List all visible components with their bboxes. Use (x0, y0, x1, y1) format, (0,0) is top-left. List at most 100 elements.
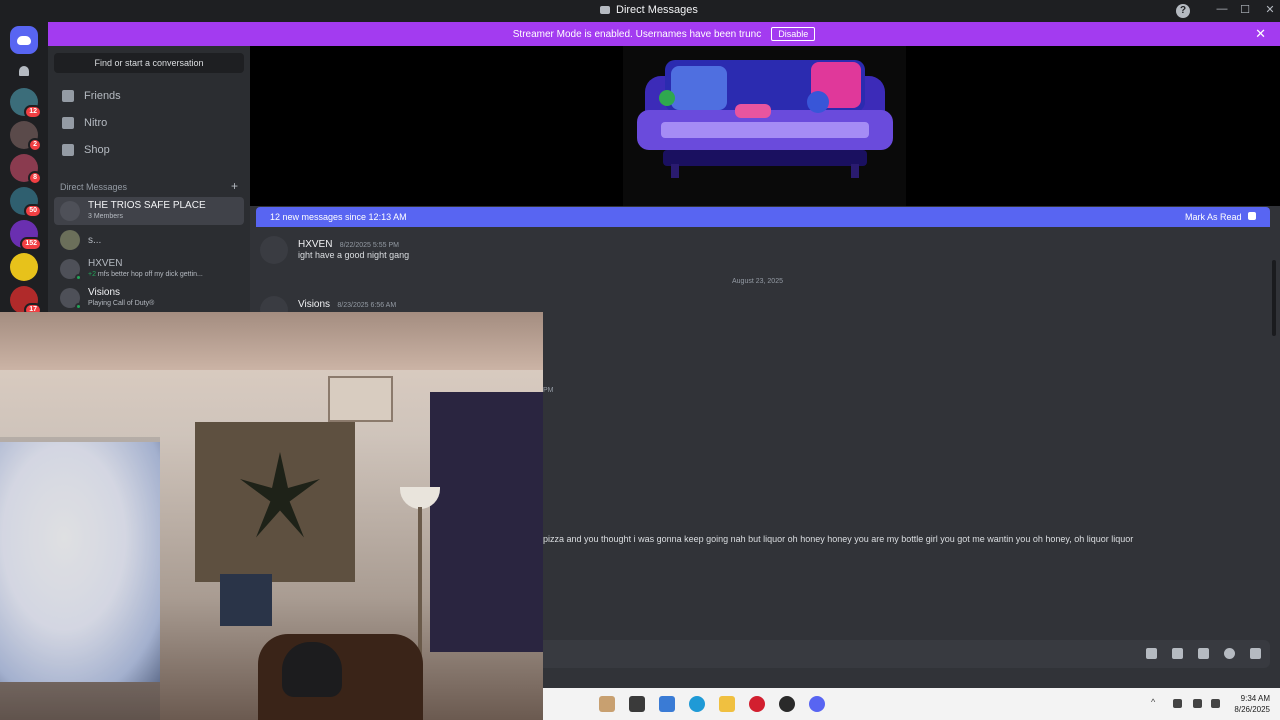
sticker-icon[interactable] (1198, 648, 1209, 659)
nav-friends-label: Friends (84, 90, 121, 102)
webcam-person (282, 642, 342, 697)
nav-nitro-label: Nitro (84, 117, 108, 129)
mention-badge: 152 (20, 237, 42, 251)
activity-icon[interactable] (1250, 648, 1261, 659)
webcam-tapestry-right (430, 392, 543, 652)
mention-badge: 12 (24, 105, 42, 119)
avatar (60, 288, 82, 310)
direct-messages-header: Direct Messages (60, 182, 128, 192)
message-composer[interactable] (543, 640, 1270, 668)
tray-mic-icon[interactable] (1173, 699, 1182, 708)
new-messages-text: 12 new messages since 12:13 AM (270, 212, 407, 222)
new-messages-bar[interactable]: 12 new messages since 12:13 AM Mark As R… (256, 207, 1270, 227)
create-dm-button[interactable]: + (231, 179, 238, 193)
online-status-icon (75, 303, 82, 310)
gif-icon[interactable] (1172, 648, 1183, 659)
dm-subtitle: 3 Members (88, 213, 124, 220)
server-icon[interactable] (10, 253, 38, 281)
server-icon[interactable]: 12 (10, 88, 42, 119)
dm-name: HXVEN (88, 258, 123, 269)
mark-as-read-button[interactable]: Mark As Read (1185, 212, 1256, 222)
server-rail: 12 2 8 50 152 17 (0, 22, 48, 320)
dm-item-s[interactable]: s... (54, 226, 244, 254)
edge-icon[interactable] (689, 696, 705, 712)
dm-item-visions[interactable]: Visions Playing Call of Duty® (54, 284, 244, 312)
nav-friends[interactable]: Friends (54, 84, 244, 108)
opera-icon[interactable] (749, 696, 765, 712)
folder-icon[interactable] (719, 696, 735, 712)
dm-item-trios[interactable]: THE TRIOS SAFE PLACE 3 Members (54, 197, 244, 225)
date-divider: August 23, 2025 (732, 278, 783, 285)
message-timestamp: 8/22/2025 5:55 PM (339, 242, 399, 249)
file-manager-icon[interactable] (629, 696, 645, 712)
nav-shop[interactable]: Shop (54, 138, 244, 162)
title-bar: Direct Messages ? — ☐ ✕ (0, 0, 1280, 22)
mention-badge: 50 (24, 204, 42, 218)
avatar (60, 230, 80, 250)
dm-title-icon (600, 6, 610, 14)
nav-nitro[interactable]: Nitro (54, 111, 244, 135)
webcam-picture-frame (328, 376, 393, 422)
mark-read-icon (1248, 212, 1256, 220)
dm-name: s... (88, 234, 102, 246)
message-author[interactable]: HXVEN (298, 239, 332, 250)
server-icon[interactable]: 152 (10, 220, 42, 251)
discord-logo-icon (17, 35, 31, 45)
webcam-overlay (0, 312, 543, 720)
tray-wifi-icon[interactable] (1193, 699, 1202, 708)
nitro-icon (62, 117, 74, 129)
discord-home-button[interactable] (10, 26, 38, 54)
hero-illustration (623, 46, 906, 206)
server-icon[interactable]: 2 (10, 121, 42, 152)
emoji-icon[interactable] (1224, 648, 1235, 659)
avatar (60, 259, 82, 281)
find-conversation-button[interactable]: Find or start a conversation (54, 53, 244, 73)
notepad-icon[interactable] (659, 696, 675, 712)
tray-volume-icon[interactable] (1211, 699, 1220, 708)
minimize-button[interactable]: — (1214, 3, 1230, 15)
online-status-icon (75, 274, 82, 281)
message-author[interactable]: Visions (298, 299, 330, 310)
window-title-text: Direct Messages (616, 4, 698, 16)
close-window-button[interactable]: ✕ (1262, 3, 1278, 16)
maximize-button[interactable]: ☐ (1237, 3, 1253, 16)
chat-scrollbar[interactable] (1272, 260, 1276, 336)
dm-subtitle-count: +2 (88, 271, 96, 278)
os-taskbar: ^ 9:34 AM 8/26/2025 (543, 688, 1280, 720)
server-icon[interactable]: 50 (10, 187, 42, 218)
avatar[interactable] (260, 236, 288, 264)
message-timestamp: 8/23/2025 6:56 AM (337, 302, 397, 309)
message-timestamp-fragment: PM (543, 387, 554, 394)
server-icon[interactable]: 17 (10, 286, 42, 317)
webcam-curtain (0, 437, 160, 720)
friends-icon (62, 90, 74, 102)
dm-name: Visions (88, 287, 121, 298)
dm-name: THE TRIOS SAFE PLACE (88, 200, 206, 211)
message-body: pizza and you thought i was gonna keep g… (543, 534, 1134, 544)
obs-icon[interactable] (779, 696, 795, 712)
nav-shop-label: Shop (84, 144, 110, 156)
clock-date: 8/26/2025 (1234, 705, 1270, 714)
gift-icon[interactable] (1146, 648, 1157, 659)
close-banner-icon[interactable]: ✕ (1255, 26, 1266, 42)
notifications-bell-icon[interactable] (19, 66, 29, 76)
tray-chevron-up-icon[interactable]: ^ (1151, 697, 1160, 707)
dm-subtitle: mfs better hop off my dick gettin... (95, 271, 203, 278)
mark-as-read-label: Mark As Read (1184, 212, 1242, 222)
webcam-ceiling (0, 312, 543, 370)
couch-illustration-icon (637, 60, 893, 178)
discord-taskbar-icon[interactable] (809, 696, 825, 712)
message-body: ight have a good night gang (298, 250, 410, 260)
taskbar-clock[interactable]: 9:34 AM 8/26/2025 (1234, 693, 1270, 715)
streamer-mode-banner: Streamer Mode is enabled. Usernames have… (48, 22, 1280, 46)
window-title: Direct Messages (600, 4, 698, 16)
webcam-poster (220, 574, 272, 626)
server-icon[interactable]: 8 (10, 154, 42, 185)
help-icon[interactable]: ? (1176, 4, 1190, 18)
dm-sidebar: Find or start a conversation Friends Nit… (48, 46, 250, 320)
mention-badge: 2 (28, 138, 42, 152)
cat-app-icon[interactable] (599, 696, 615, 712)
chat-hero (250, 46, 1280, 206)
disable-streamer-mode-button[interactable]: Disable (771, 27, 816, 41)
dm-item-hxven[interactable]: HXVEN +2 mfs better hop off my dick gett… (54, 255, 244, 283)
